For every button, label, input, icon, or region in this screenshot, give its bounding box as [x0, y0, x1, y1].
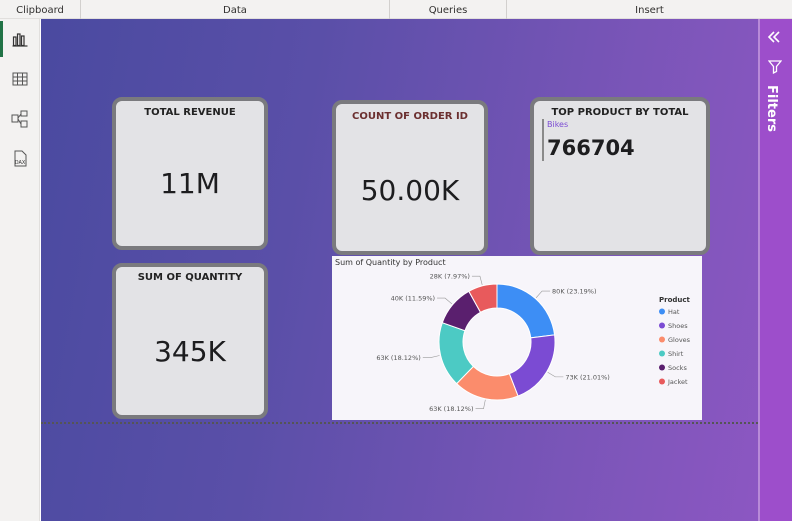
total-revenue-value: 11M [160, 167, 220, 200]
dax-label: DAX [15, 160, 26, 166]
top-product-value: 766704 [547, 136, 635, 160]
count-order-card[interactable]: COUNT OF ORDER ID 50.00K [332, 100, 488, 255]
top-product-accent [542, 119, 544, 161]
legend-title: Product [659, 296, 691, 304]
legend-marker-hat [659, 308, 665, 315]
legend-marker-shirt [659, 350, 665, 357]
count-order-title: COUNT OF ORDER ID [352, 111, 468, 122]
filter-icon-wrap [767, 59, 783, 75]
donut-leader-line [535, 290, 551, 299]
donut-data-label: 40K (11.59%) [391, 295, 435, 303]
count-order-value: 50.00K [360, 174, 460, 207]
power-bi-window: Clipboard Data Queries Insert DAX TOTAL … [0, 0, 792, 521]
ribbon-group-queries[interactable]: Queries [390, 0, 507, 19]
collapse-filters-button[interactable] [766, 29, 782, 45]
legend-item-socks[interactable]: Socks [668, 364, 687, 372]
sum-quantity-card[interactable]: SUM OF QUANTITY 345K [112, 263, 268, 419]
dax-query-view-icon: DAX [14, 150, 27, 167]
top-product-card[interactable]: TOP PRODUCT BY TOTAL Bikes 766704 [530, 97, 710, 255]
legend-item-gloves[interactable]: Gloves [668, 336, 691, 344]
legend-marker-shoes [659, 322, 665, 329]
view-switcher: DAX [0, 19, 40, 521]
report-canvas[interactable]: TOTAL REVENUE 11M COUNT OF ORDER ID 50.0… [41, 19, 758, 521]
ribbon-group-clipboard[interactable]: Clipboard [0, 0, 81, 19]
ribbon-group-labels: Clipboard Data Queries Insert [0, 0, 792, 19]
donut-slice-shoes[interactable] [508, 334, 556, 397]
model-view-button[interactable] [0, 99, 40, 139]
canvas-page-divider [41, 422, 758, 424]
legend-item-shirt[interactable]: Shirt [668, 350, 684, 358]
ribbon-group-data[interactable]: Data [81, 0, 390, 19]
legend-marker-jacket [659, 378, 665, 385]
donut-data-label: 80K (23.19%) [552, 288, 596, 296]
legend-marker-socks [659, 364, 665, 371]
donut-leader-line [422, 355, 440, 358]
table-view-icon [12, 72, 28, 86]
filter-funnel-icon [767, 60, 783, 75]
donut-data-label: 63K (18.12%) [376, 354, 420, 362]
total-revenue-title: TOTAL REVENUE [144, 107, 236, 118]
sum-quantity-value: 345K [154, 335, 226, 368]
donut-leader-line [437, 297, 453, 305]
legend-marker-gloves [659, 336, 665, 343]
legend-item-jacket[interactable]: Jacket [667, 378, 688, 386]
donut-leader-line [547, 372, 564, 378]
legend-item-hat[interactable]: Hat [668, 308, 680, 316]
donut-leader-line [471, 275, 483, 285]
legend-item-shoes[interactable]: Shoes [668, 322, 688, 330]
donut-slice-hat[interactable] [496, 283, 556, 339]
table-view-button[interactable] [0, 59, 40, 99]
donut-leader-line [475, 399, 486, 409]
sum-quantity-title: SUM OF QUANTITY [137, 272, 243, 283]
report-view-button[interactable] [0, 19, 40, 59]
donut-chart-visual[interactable]: Sum of Quantity by Product 80K (23.19%) 7… [332, 256, 702, 420]
ribbon-group-insert[interactable]: Insert [507, 0, 792, 19]
total-revenue-card[interactable]: TOTAL REVENUE 11M [112, 97, 268, 250]
filters-pane-edge [758, 19, 760, 521]
filters-label: Filters [764, 85, 779, 132]
report-view-icon [12, 33, 28, 47]
double-chevron-left-icon [767, 31, 780, 43]
filters-pane[interactable]: Filters [758, 19, 792, 521]
dax-query-view-button[interactable]: DAX [0, 139, 40, 179]
donut-data-label: 73K (21.01%) [565, 373, 609, 381]
top-product-title: TOP PRODUCT BY TOTAL [551, 107, 689, 118]
top-product-category: Bikes [547, 120, 569, 129]
donut-data-label: 28K (7.97%) [430, 273, 470, 281]
donut-chart-svg: 80K (23.19%) 73K (21.01%) 63K (18.12%) 63K … [376, 273, 691, 413]
model-view-icon [11, 110, 28, 128]
donut-data-label: 63K (18.12%) [429, 405, 473, 413]
